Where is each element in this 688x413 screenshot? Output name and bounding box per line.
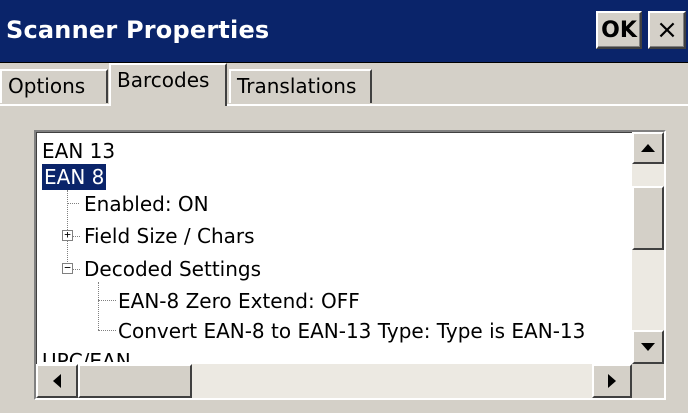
close-button[interactable]: × [648,11,686,49]
tree-connector [72,236,80,237]
tree-item-enabled[interactable]: Enabled: ON [84,191,209,217]
horizontal-scroll-thumb[interactable] [78,364,192,398]
scroll-down-button[interactable] [632,330,664,364]
tab-barcodes[interactable]: Barcodes [109,63,227,106]
horizontal-scrollbar[interactable] [36,364,632,398]
tree-item-zero-extend[interactable]: EAN-8 Zero Extend: OFF [118,288,360,314]
tree-connector [67,203,79,204]
scroll-right-button[interactable] [592,364,632,398]
scroll-up-button[interactable] [632,132,664,164]
window-title: Scanner Properties [6,16,270,44]
scroll-left-button[interactable] [36,364,78,398]
tab-strip: Options Barcodes Translations [0,63,688,106]
tab-options[interactable]: Options [0,69,108,103]
tree-item-ean8[interactable]: EAN 8 [40,163,108,191]
vertical-scroll-thumb[interactable] [632,186,664,250]
title-bar: Scanner Properties OK × [0,0,688,63]
expand-plus-icon[interactable]: + [62,229,73,241]
tree-connector [98,330,116,331]
collapse-minus-icon[interactable]: − [62,262,73,274]
up-arrow-icon [641,144,655,152]
tree-item-upc-ean[interactable]: UPC/EAN [42,348,131,362]
left-arrow-icon [53,374,61,388]
tree-connector [98,300,116,301]
scrollbar-corner [632,364,664,398]
tree-connector [98,282,99,330]
tree-content: EAN 13 EAN 8 Enabled: ON + Field Size / … [36,132,632,362]
down-arrow-icon [641,343,655,351]
tree-item-ean13[interactable]: EAN 13 [42,138,115,164]
tree-item-decoded-settings[interactable]: Decoded Settings [84,256,261,282]
barcode-tree-view[interactable]: EAN 13 EAN 8 Enabled: ON + Field Size / … [34,130,666,400]
tree-connector [72,269,80,270]
vertical-scrollbar[interactable] [632,132,664,364]
tree-item-field-size[interactable]: Field Size / Chars [84,223,255,249]
tab-translations[interactable]: Translations [229,69,372,103]
tree-item-convert[interactable]: Convert EAN-8 to EAN-13 Type: Type is EA… [118,318,585,344]
right-arrow-icon [608,374,616,388]
ok-button[interactable]: OK [596,11,642,49]
